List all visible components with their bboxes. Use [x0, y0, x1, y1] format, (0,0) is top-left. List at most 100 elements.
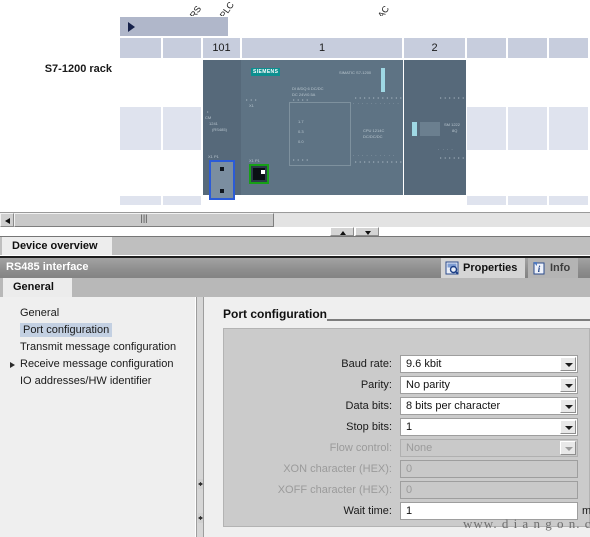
slot-header-blank-1[interactable] — [119, 37, 162, 59]
nav-item-label: Port configuration — [20, 323, 113, 337]
port-configuration-group: Baud rate: 9.6 kbit Parity: No parity Da… — [223, 328, 590, 527]
rack-cell[interactable] — [162, 195, 202, 206]
rack-cell[interactable] — [548, 151, 589, 195]
properties-body: General Port configuration Transmit mess… — [0, 297, 590, 537]
xoff-character-input: 0 — [400, 481, 578, 499]
nav-item-label: General — [20, 307, 60, 319]
slot-header-blank-5[interactable] — [548, 37, 589, 59]
properties-button[interactable]: Properties — [441, 258, 526, 278]
watermark: www. d i a n g o n. com — [463, 516, 590, 531]
flow-control-select: None — [400, 439, 578, 457]
rack-cell[interactable] — [507, 195, 548, 206]
nav-item-receive-message-configuration[interactable]: Receive message configuration — [0, 356, 196, 373]
field-label: XOFF character (HEX): — [277, 484, 392, 496]
slot-header-2[interactable]: 2 — [403, 37, 466, 59]
rack-cell[interactable] — [507, 151, 548, 195]
rotated-label-rs: RS — [187, 4, 204, 16]
device-view-panel[interactable]: RS PLC AC S7-1200 rack 101 1 2 • CM 1241… — [0, 0, 590, 212]
info-icon: i — [533, 262, 545, 275]
slot-header-101[interactable]: 101 — [202, 37, 241, 59]
triangle-right-icon[interactable] — [128, 22, 135, 32]
properties-title: RS485 interface — [6, 261, 89, 273]
chevron-down-icon[interactable] — [560, 399, 576, 413]
scroll-left-icon[interactable] — [0, 213, 14, 227]
pane-splitter-buttons[interactable] — [330, 227, 380, 236]
field-label: Parity: — [360, 379, 392, 391]
field-row-parity: Parity: No parity — [224, 376, 589, 397]
rack-cell[interactable] — [507, 59, 548, 106]
nav-item-transmit-message-configuration[interactable]: Transmit message configuration — [0, 339, 196, 356]
chevron-down-icon[interactable] — [560, 357, 576, 371]
info-button-label: Info — [550, 262, 571, 274]
parity-select[interactable]: No parity — [400, 376, 578, 394]
field-value: 0 — [406, 484, 413, 496]
nav-item-label: Receive message configuration — [20, 358, 174, 370]
rack-cell[interactable] — [507, 106, 548, 151]
nav-item-io-addresses-hw-identifier[interactable]: IO addresses/HW identifier — [0, 373, 196, 390]
slot-header-blank-4[interactable] — [507, 37, 548, 59]
field-label: Stop bits: — [346, 421, 392, 433]
field-label: Data bits: — [345, 400, 392, 412]
nav-item-label: IO addresses/HW identifier — [20, 375, 152, 387]
rack-cell[interactable] — [548, 106, 589, 151]
rack-cell[interactable] — [162, 151, 202, 195]
arrow-up-icon[interactable] — [330, 227, 354, 236]
field-value: 8 bits per character — [406, 400, 501, 412]
rack-cell[interactable] — [466, 106, 507, 151]
field-label: XON character (HEX): — [283, 463, 392, 475]
module-cm1241-rs485[interactable]: • CM 1241 (RS485) X1 P1 — [203, 60, 241, 200]
splitter-handle-upper[interactable] — [198, 479, 203, 489]
slot-header-1[interactable]: 1 — [241, 37, 403, 59]
splitter-handle-lower[interactable] — [198, 513, 203, 523]
properties-nav-tree[interactable]: General Port configuration Transmit mess… — [0, 297, 196, 537]
horizontal-scrollbar[interactable] — [0, 212, 590, 227]
scrollbar-track[interactable] — [274, 213, 590, 227]
chevron-down-icon — [560, 441, 576, 455]
slot-header-blank-2[interactable] — [162, 37, 202, 59]
baud-rate-select[interactable]: 9.6 kbit — [400, 355, 578, 373]
section-rule — [327, 319, 590, 321]
module-sm1222[interactable]: SM 1222 8Q • • • • • • · · · · • • • • •… — [404, 60, 466, 195]
rotated-label-ac: AC — [375, 4, 392, 16]
rack-cell[interactable] — [119, 195, 162, 206]
xon-character-input: 0 — [400, 460, 578, 478]
tab-device-overview[interactable]: Device overview — [2, 237, 112, 255]
rack-name-label: S7-1200 rack — [44, 63, 112, 75]
field-label: Wait time: — [343, 505, 393, 517]
properties-content: Port configuration Baud rate: 9.6 kbit P… — [205, 297, 590, 537]
rack-cell[interactable] — [119, 106, 162, 151]
general-tabbar: General — [0, 278, 590, 297]
field-label: Baud rate: — [341, 358, 392, 370]
rack-cell[interactable] — [119, 59, 162, 106]
rack-cell[interactable] — [466, 59, 507, 106]
rack-cell[interactable] — [466, 195, 507, 206]
rack-grid[interactable]: 101 1 2 • CM 1241 (RS485) X1 P1 SIEMENS … — [119, 16, 590, 206]
device-overview-tabbar: Device overview — [0, 236, 590, 255]
rack-cell[interactable] — [119, 151, 162, 195]
stop-bits-select[interactable]: 1 — [400, 418, 578, 436]
vertical-splitter[interactable] — [196, 297, 204, 537]
rack-cell[interactable] — [162, 106, 202, 151]
selected-port-profinet[interactable] — [249, 164, 269, 184]
rack-cell[interactable] — [548, 59, 589, 106]
field-row-flow-control: Flow control: None — [224, 439, 589, 460]
arrow-down-icon[interactable] — [355, 227, 379, 236]
nav-item-port-configuration[interactable]: Port configuration — [0, 322, 196, 339]
scrollbar-thumb[interactable] — [14, 213, 274, 227]
properties-header-bar: RS485 interface Properties i Info — [0, 256, 590, 278]
data-bits-select[interactable]: 8 bits per character — [400, 397, 578, 415]
tab-general[interactable]: General — [3, 278, 72, 297]
rotated-slot-labels: RS PLC AC — [0, 0, 590, 16]
nav-item-general[interactable]: General — [0, 305, 196, 322]
rack-cell[interactable] — [466, 151, 507, 195]
slot-header-blank-3[interactable] — [466, 37, 507, 59]
rack-cell[interactable] — [162, 59, 202, 106]
module-cpu-1214c[interactable]: SIEMENS SIMATIC S7-1200 DI 8/DQ 6 DC/DC … — [241, 60, 406, 195]
rack-cell[interactable] — [548, 195, 589, 206]
selected-port-rs485[interactable] — [209, 160, 235, 200]
info-button[interactable]: i Info — [528, 258, 579, 278]
rack-expander-cell[interactable] — [119, 16, 229, 37]
chevron-right-icon[interactable] — [10, 362, 15, 368]
chevron-down-icon[interactable] — [560, 378, 576, 392]
chevron-down-icon[interactable] — [560, 420, 576, 434]
